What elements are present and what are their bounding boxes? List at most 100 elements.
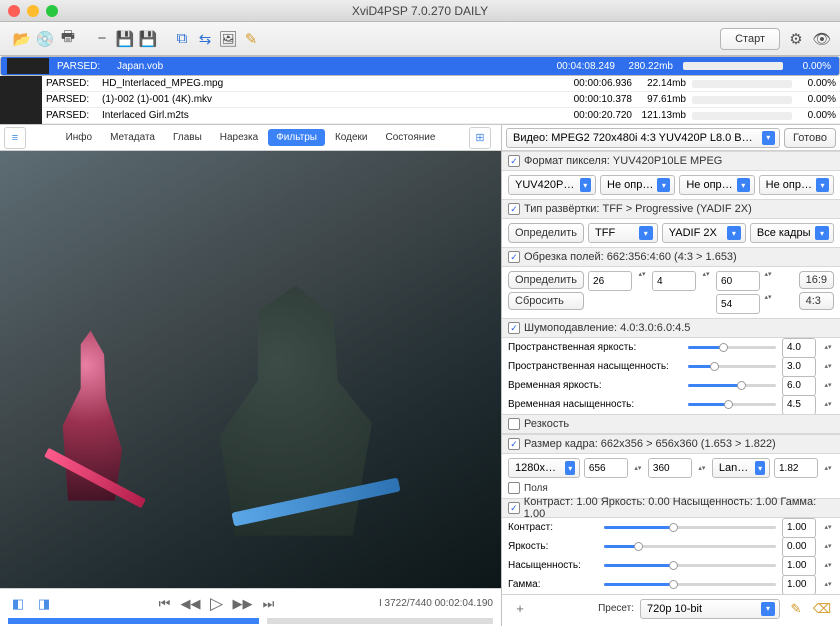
- frame-header: Размер кадра: 662x356 > 656x360 (1.653 >…: [502, 434, 840, 454]
- scan-checkbox[interactable]: [508, 203, 520, 215]
- crop-top-input[interactable]: 60: [716, 271, 760, 291]
- add-preset-icon[interactable]: +: [510, 601, 530, 616]
- tab-фильтры[interactable]: Фильтры: [268, 129, 325, 146]
- slider-value[interactable]: 1.00: [782, 575, 816, 595]
- preset-edit-icon[interactable]: ✎: [786, 601, 806, 617]
- frame-checkbox[interactable]: [508, 438, 520, 450]
- disc-icon[interactable]: 💿: [35, 29, 55, 49]
- stepper-icon[interactable]: ▴▾: [822, 382, 834, 389]
- list-icon[interactable]: ≡: [4, 127, 26, 149]
- crop-detect-button[interactable]: Определить: [508, 271, 584, 289]
- pixel-opt1-select[interactable]: Не опре...▾: [600, 175, 675, 195]
- play-icon[interactable]: ▷: [207, 594, 227, 614]
- frame-h-input[interactable]: 360: [648, 458, 692, 478]
- step-back-icon[interactable]: ◀◀: [181, 596, 201, 612]
- step-fwd-icon[interactable]: ▶▶: [233, 596, 253, 612]
- file-progress: [692, 96, 792, 104]
- frame-preset-select[interactable]: 1280x720max▾: [508, 458, 580, 478]
- frame-filter-select[interactable]: Lanczos3▾: [712, 458, 770, 478]
- gear-icon[interactable]: ⚙: [786, 29, 806, 49]
- pixel-format-checkbox[interactable]: [508, 155, 520, 167]
- file-name: Interlaced Girl.m2ts: [102, 110, 552, 121]
- frame-aspect-input[interactable]: 1.82: [774, 458, 818, 478]
- tab-метадата[interactable]: Метадата: [102, 129, 163, 146]
- swap-icon[interactable]: ⇆: [195, 29, 215, 49]
- stepper-icon[interactable]: ▴▾: [822, 524, 834, 531]
- tab-состояние[interactable]: Состояние: [378, 129, 444, 146]
- skip-end-icon[interactable]: ⏭: [259, 596, 279, 612]
- tab-инфо[interactable]: Инфо: [58, 129, 101, 146]
- ready-button[interactable]: Готово: [784, 128, 836, 148]
- slider-value[interactable]: 4.0: [782, 338, 816, 358]
- slider-label: Временная насыщенность:: [508, 399, 682, 410]
- scan-mode-select[interactable]: YADIF 2X▾: [662, 223, 746, 243]
- seek-remaining[interactable]: [267, 618, 494, 624]
- save-icon[interactable]: 💾: [115, 29, 135, 49]
- slider[interactable]: [604, 583, 776, 586]
- stepper-icon[interactable]: ▴▾: [822, 344, 834, 351]
- slider[interactable]: [604, 564, 776, 567]
- printer-icon[interactable]: 🖶: [58, 29, 78, 49]
- frame-w-input[interactable]: 656: [584, 458, 628, 478]
- pixel-opt3-select[interactable]: Не опре...▾: [759, 175, 834, 195]
- edit-icon[interactable]: ✎: [241, 29, 261, 49]
- stepper-icon[interactable]: ▴▾: [822, 581, 834, 588]
- crop-reset-button[interactable]: Сбросить: [508, 292, 584, 310]
- aspect-43-button[interactable]: 4:3: [799, 292, 834, 310]
- crop-right-input[interactable]: 4: [652, 271, 696, 291]
- stepper-icon[interactable]: ▴▾: [822, 562, 834, 569]
- crop-left-input[interactable]: 26: [588, 271, 632, 291]
- save-all-icon[interactable]: 💾: [138, 29, 158, 49]
- tab-кодеки[interactable]: Кодеки: [327, 129, 376, 146]
- file-duration: 00:00:20.720: [552, 110, 632, 121]
- slider-value[interactable]: 0.00: [782, 537, 816, 557]
- filter-add-icon[interactable]: ⊞: [469, 127, 491, 149]
- pixel-format-select[interactable]: YUV420P10LE▾: [508, 175, 596, 195]
- file-row[interactable]: PARSED: Interlaced Girl.m2ts 00:00:20.72…: [0, 108, 840, 124]
- skip-start-icon[interactable]: ⏮: [155, 596, 175, 612]
- file-row[interactable]: PARSED: HD_Interlaced_MPEG.mpg 00:00:06.…: [0, 76, 840, 92]
- tab-главы[interactable]: Главы: [165, 129, 210, 146]
- pixel-opt2-select[interactable]: Не опре...▾: [679, 175, 754, 195]
- crop-checkbox[interactable]: [508, 251, 520, 263]
- scan-field-select[interactable]: TFF▾: [588, 223, 658, 243]
- video-stream-select[interactable]: Видео: MPEG2 720x480i 4:3 YUV420P L8.0 B…: [506, 128, 780, 148]
- slider-value[interactable]: 6.0: [782, 376, 816, 396]
- scan-detect-button[interactable]: Определить: [508, 223, 584, 243]
- file-row[interactable]: PARSED: Japan.vob 00:04:08.249 280.22mb …: [0, 56, 840, 76]
- open-folder-icon[interactable]: 📂: [12, 29, 32, 49]
- minus-icon[interactable]: −: [92, 29, 112, 49]
- slider-value[interactable]: 1.00: [782, 556, 816, 576]
- eye-icon[interactable]: 👁: [812, 29, 832, 49]
- slider[interactable]: [688, 346, 776, 349]
- stepper-icon[interactable]: ▴▾: [822, 543, 834, 550]
- tab-нарезка[interactable]: Нарезка: [212, 129, 266, 146]
- sharp-checkbox[interactable]: [508, 418, 520, 430]
- video-preview[interactable]: [0, 151, 501, 588]
- crop-bottom-input[interactable]: 54: [716, 294, 760, 314]
- file-row[interactable]: PARSED: (1)-002 (1)-001 (4K).mkv 00:00:1…: [0, 92, 840, 108]
- image-icon[interactable]: 🖼: [218, 29, 238, 49]
- preset-select[interactable]: 720p 10-bit▾: [640, 599, 780, 619]
- stepper-icon[interactable]: ▴▾: [822, 401, 834, 408]
- slider-value[interactable]: 3.0: [782, 357, 816, 377]
- color-checkbox[interactable]: [508, 502, 520, 514]
- denoise-checkbox[interactable]: [508, 322, 520, 334]
- preset-delete-icon[interactable]: ⌫: [812, 601, 832, 617]
- slider[interactable]: [604, 526, 776, 529]
- start-button[interactable]: Старт: [720, 28, 780, 50]
- slider-value[interactable]: 4.5: [782, 395, 816, 415]
- fields-checkbox[interactable]: [508, 482, 520, 494]
- scan-frames-select[interactable]: Все кадры▾: [750, 223, 834, 243]
- stepper-icon[interactable]: ▴▾: [822, 363, 834, 370]
- slider-value[interactable]: 1.00: [782, 518, 816, 538]
- slider[interactable]: [604, 545, 776, 548]
- layout-b-icon[interactable]: ◨: [34, 596, 54, 612]
- seek-progress[interactable]: [8, 618, 259, 624]
- slider[interactable]: [688, 365, 776, 368]
- layout-a-icon[interactable]: ◧: [8, 596, 28, 612]
- slider[interactable]: [688, 403, 776, 406]
- duplicate-icon[interactable]: ⧉: [172, 29, 192, 49]
- aspect-169-button[interactable]: 16:9: [799, 271, 834, 289]
- slider[interactable]: [688, 384, 776, 387]
